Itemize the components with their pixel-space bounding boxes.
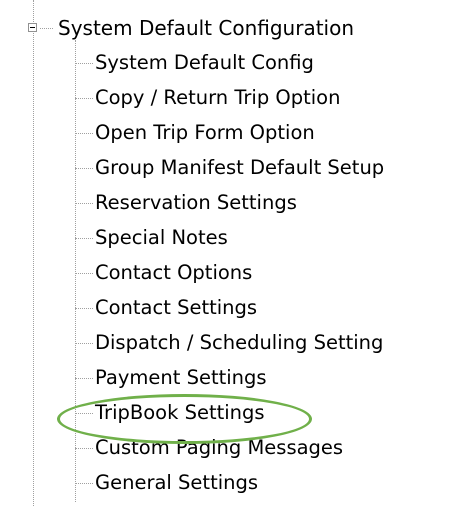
tree-node[interactable]: Contact Options [75,257,449,289]
tree-connector [75,483,93,484]
tree-connector [75,448,93,449]
tree-node[interactable]: Reservation Settings [75,187,449,219]
tree-connector [75,238,93,239]
tree-node-label[interactable]: Payment Settings [95,366,267,390]
tree-node-label[interactable]: Custom Paging Messages [95,436,343,460]
tree-connector [75,343,93,344]
tree-node-label[interactable]: Open Trip Form Option [95,121,315,145]
tree-connector [75,168,93,169]
tree-connector [75,413,93,414]
tree-node-label[interactable]: Contact Settings [95,296,257,320]
tree-node[interactable]: Copy / Return Trip Option [75,82,449,114]
tree-node-label[interactable]: Contact Options [95,261,252,285]
tree-node-system-default-configuration[interactable]: System Default Configuration [58,16,354,40]
tree-connector [75,63,93,64]
tree-connector [75,203,93,204]
tree-node-label[interactable]: Reservation Settings [95,191,297,215]
tree-node[interactable]: Contact Settings [75,292,449,324]
collapse-icon[interactable] [28,23,37,32]
tree-node-label[interactable]: General Settings [95,471,258,495]
tree-node-label[interactable]: Dispatch / Scheduling Setting [95,331,383,355]
tree-node-label[interactable]: Copy / Return Trip Option [95,86,340,110]
tree-node-tripbook-settings[interactable]: TripBook Settings [75,397,449,429]
tree-connector [75,378,93,379]
tree-connector [75,273,93,274]
tree-node[interactable]: General Settings [75,467,449,499]
tree-connector [40,28,53,29]
tree-node[interactable]: Dispatch / Scheduling Setting [75,327,449,359]
tree-node[interactable]: Custom Paging Messages [75,432,449,464]
tree-node-label[interactable]: Special Notes [95,226,228,250]
tree-node-label[interactable]: System Default Config [95,51,314,75]
tree-node[interactable]: System Default Config [75,47,449,79]
tree-connector [75,133,93,134]
tree-node[interactable]: Group Manifest Default Setup [75,152,449,184]
tree-connector [75,308,93,309]
tree-node[interactable]: Open Trip Form Option [75,117,449,149]
tree-node[interactable]: Special Notes [75,222,449,254]
tree-guide-line [33,0,34,506]
tree-node-label[interactable]: Group Manifest Default Setup [95,156,384,180]
tree-connector [75,98,93,99]
settings-tree: System Default Configuration System Defa… [0,0,449,506]
tree-node[interactable]: Payment Settings [75,362,449,394]
tree-node-label[interactable]: TripBook Settings [95,401,265,425]
